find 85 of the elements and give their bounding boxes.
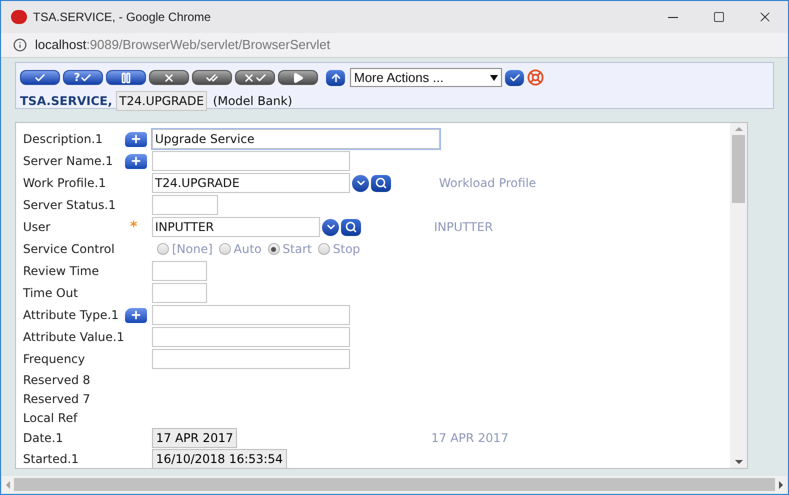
- field-label: Date.1: [23, 430, 64, 446]
- text-field[interactable]: Upgrade Service: [152, 129, 440, 149]
- check-icon: [34, 72, 46, 84]
- radio-label: [None]: [172, 241, 213, 258]
- play-icon: [292, 72, 304, 84]
- double-check-icon: [206, 72, 218, 84]
- field-label: Reserved 7: [23, 390, 92, 408]
- search-icon: [375, 177, 387, 189]
- field-label: Service Control: [23, 241, 116, 258]
- plus-icon: [130, 133, 142, 145]
- window-title: TSA.SERVICE, - Google Chrome: [33, 9, 212, 26]
- check-icon: [508, 72, 520, 84]
- field-label: Description.1: [23, 131, 104, 148]
- dropdown-button[interactable]: [322, 218, 339, 236]
- text-field[interactable]: [152, 305, 350, 325]
- text-field[interactable]: [152, 283, 207, 303]
- plus-icon: [130, 309, 142, 321]
- enrichment-text: 17 APR 2017: [431, 430, 508, 446]
- expand-button[interactable]: [125, 154, 147, 168]
- vertical-scrollbar[interactable]: [730, 123, 747, 468]
- up-arrow-button[interactable]: [326, 70, 345, 86]
- text-field[interactable]: [152, 151, 350, 171]
- radio-label: Auto: [234, 241, 262, 258]
- field-label: Local Ref: [23, 410, 79, 426]
- url-text: localhost:9089/BrowserWeb/servlet/BrowserServlet: [35, 36, 330, 54]
- address-bar[interactable]: localhost:9089/BrowserWeb/servlet/BrowserServlet: [1, 33, 788, 58]
- field-label: Review Time: [23, 263, 100, 280]
- horizontal-scrollbar[interactable]: [2, 476, 787, 493]
- expand-button[interactable]: [125, 308, 147, 322]
- cross-icon: [163, 72, 175, 84]
- dropdown-button[interactable]: [352, 174, 369, 192]
- field-label: Server Status.1: [23, 197, 117, 214]
- field-label: Attribute Type.1: [23, 307, 120, 324]
- pause-icon: [120, 72, 132, 84]
- field-label: Frequency: [23, 351, 86, 368]
- enrichment-text: Workload Profile: [439, 175, 536, 192]
- field-label: Time Out: [23, 285, 79, 302]
- toolbar-button[interactable]: [192, 70, 232, 85]
- readonly-field: 16/10/2018 16:53:54: [152, 448, 287, 468]
- field-label: Started.1: [23, 450, 80, 468]
- record-id: T24.UPGRADE: [116, 91, 207, 111]
- radio-label: Stop: [332, 241, 360, 258]
- minimize-icon: [668, 16, 678, 18]
- readonly-field: 17 APR 2017: [152, 428, 238, 448]
- search-icon: [345, 221, 357, 233]
- search-button[interactable]: [371, 174, 391, 192]
- toolbar-button[interactable]: [235, 70, 275, 85]
- text-field[interactable]: [152, 349, 350, 369]
- text-field[interactable]: [152, 327, 350, 347]
- toolbar-button[interactable]: [149, 70, 189, 85]
- radio-button[interactable]: [268, 243, 280, 255]
- radio-label: Start: [282, 241, 312, 258]
- arrow-up-icon: [330, 72, 342, 84]
- application-name: TSA.SERVICE,: [20, 93, 112, 110]
- field-label: Attribute Value.1: [23, 329, 125, 346]
- search-button[interactable]: [341, 218, 361, 236]
- go-button[interactable]: [505, 70, 524, 86]
- question-mark: ?: [74, 72, 80, 83]
- field-label: User: [23, 219, 52, 236]
- company-name: (Model Bank): [212, 93, 292, 110]
- text-field[interactable]: INPUTTER: [152, 217, 320, 237]
- text-field[interactable]: T24.UPGRADE: [152, 173, 350, 193]
- toolbar-button[interactable]: ?: [63, 70, 103, 85]
- required-asterisk: *: [130, 218, 138, 236]
- actions-select[interactable]: More Actions ...: [350, 68, 502, 87]
- info-icon: [13, 38, 27, 52]
- field-label: Work Profile.1: [23, 175, 107, 192]
- text-field[interactable]: [152, 261, 207, 281]
- field-label: Reserved 8: [23, 372, 92, 388]
- toolbar-button[interactable]: [278, 70, 318, 85]
- caret-icon: [490, 74, 498, 80]
- radio-button[interactable]: [218, 243, 231, 255]
- expand-button[interactable]: [125, 132, 147, 146]
- radio-button[interactable]: [157, 243, 169, 255]
- toolbar-button[interactable]: [20, 70, 60, 85]
- check-icon: [80, 72, 92, 84]
- plus-icon: [130, 155, 142, 167]
- text-field[interactable]: [152, 195, 218, 215]
- toolbar-button[interactable]: [106, 70, 146, 85]
- radio-button[interactable]: [318, 243, 330, 255]
- maximize-icon: [713, 11, 725, 23]
- cross-check-icon: [243, 72, 267, 84]
- field-label: Server Name.1: [23, 153, 114, 170]
- app-logo-icon: [11, 10, 27, 24]
- enrichment-text: INPUTTER: [434, 219, 493, 236]
